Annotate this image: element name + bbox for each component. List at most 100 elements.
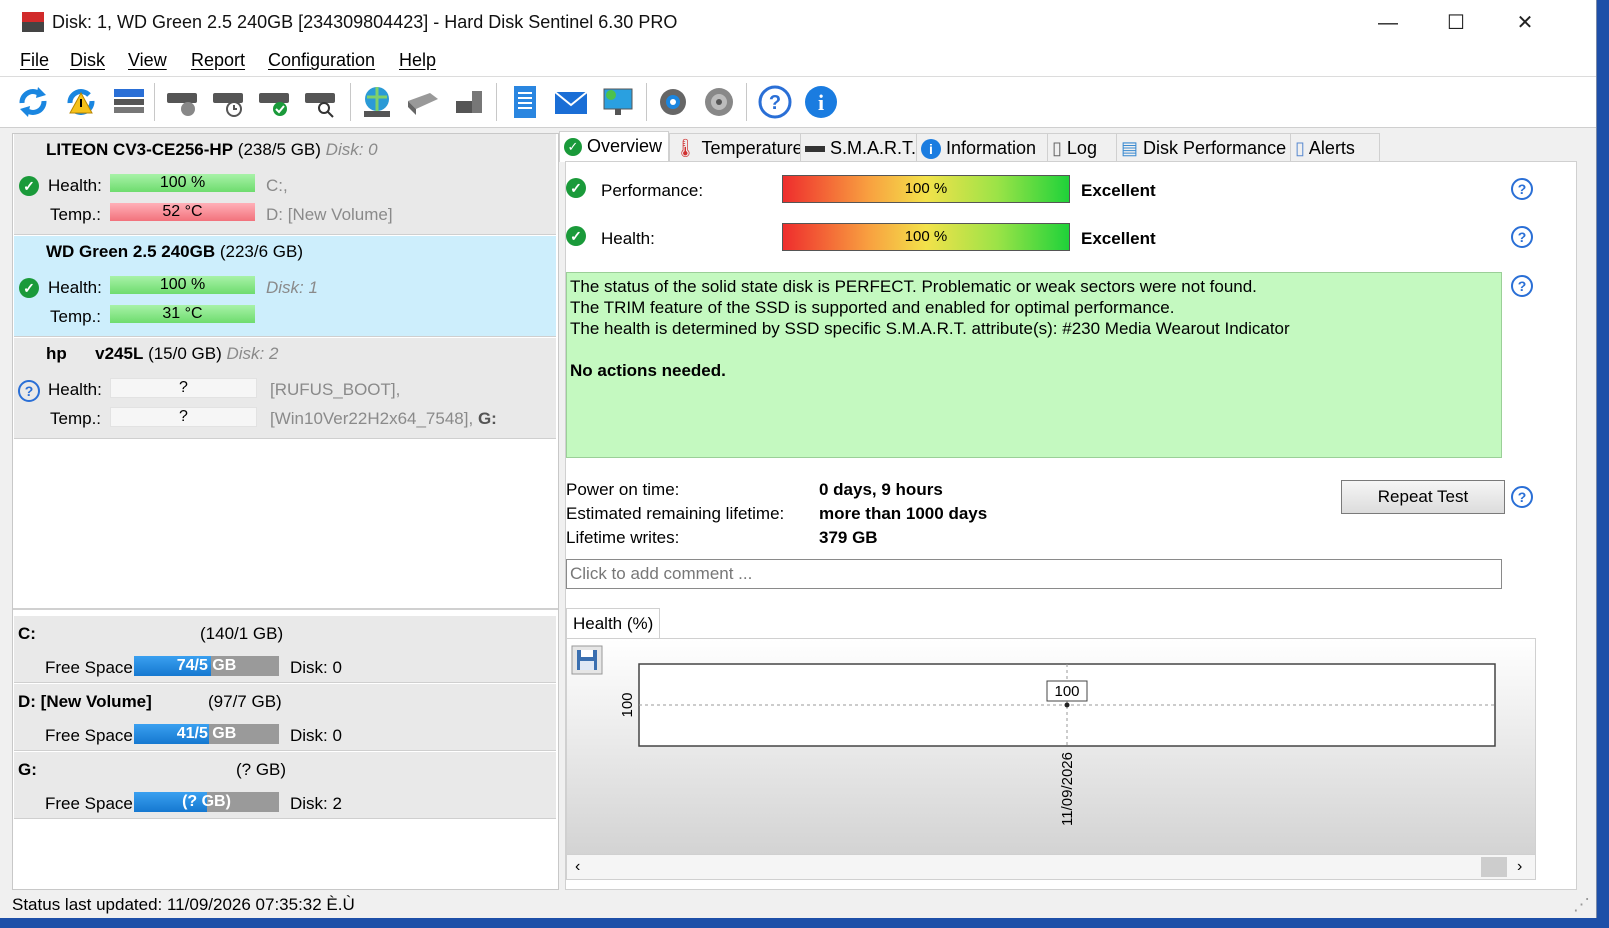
status-bar: Status last updated: 11/09/2026 07:35:32… [0, 891, 1596, 918]
network-icon[interactable] [358, 83, 396, 121]
email-icon[interactable] [552, 83, 590, 121]
repeat-test-button[interactable]: Repeat Test [1341, 480, 1505, 514]
panel-divider[interactable] [13, 608, 558, 610]
comment-field[interactable]: Click to add comment ... [566, 559, 1502, 589]
health-bar: 100 % [110, 276, 255, 294]
close-button[interactable]: ✕ [1490, 0, 1560, 46]
health-label: Health: [601, 229, 655, 248]
status-line: The TRIM feature of the SSD is supported… [570, 298, 1175, 317]
tab-overview[interactable]: ✓ Overview [559, 131, 669, 162]
disk-number: Disk: 1 [266, 278, 318, 297]
menu-help[interactable]: Help [399, 50, 436, 71]
temp-label: Temp.: [50, 205, 102, 224]
info-icon[interactable]: i [802, 83, 840, 121]
disk-model: v245L [95, 344, 144, 363]
y-tick-label: 100 [619, 692, 636, 717]
volume-disk: Disk: 2 [290, 794, 342, 813]
status-line: The health is determined by SSD specific… [570, 319, 1290, 338]
minimize-button[interactable]: — [1353, 0, 1423, 46]
performance-label: Performance: [601, 181, 704, 200]
writes-value: 379 GB [819, 528, 878, 547]
health-chart-area: 100 100 11/09/2026 [566, 638, 1536, 856]
menu-view[interactable]: View [128, 50, 167, 71]
usb-disk-icon[interactable] [404, 83, 442, 121]
disk-0-title: LITEON CV3-CE256-HP (238/5 GB) Disk: 0 [46, 140, 378, 160]
status-help-icon[interactable]: ? [1511, 275, 1533, 297]
performance-help-icon[interactable]: ? [1511, 178, 1533, 200]
tab-information[interactable]: i Information [916, 133, 1050, 162]
disk-schedule-icon[interactable] [210, 83, 248, 121]
health-label: Health: [48, 380, 102, 399]
performance-rating: Excellent [1081, 181, 1156, 200]
chart-scrollbar[interactable]: ‹ › [566, 854, 1536, 880]
health-ok-icon: ✓ [19, 278, 39, 298]
power-on-label: Power on time: [566, 480, 680, 499]
tab-alerts[interactable]: ▯ Alerts [1290, 133, 1380, 162]
resize-grip-icon[interactable]: ⋰ [1573, 891, 1590, 918]
disk-entry-2[interactable]: hp v245L (15/0 GB) Disk: 2 ? Health: ? [… [14, 338, 556, 439]
disk-number: Disk: 2 [226, 344, 279, 363]
menu-report[interactable]: Report [191, 50, 245, 71]
volume-size: (? GB) [236, 760, 287, 779]
monitor-icon[interactable] [600, 83, 638, 121]
refresh-icon[interactable] [14, 83, 52, 121]
health-help-icon[interactable]: ? [1511, 226, 1533, 248]
status-line: The status of the solid state disk is PE… [570, 277, 1257, 296]
disk-vendor: hp [46, 344, 67, 363]
disk-icon [805, 146, 825, 153]
volume-entry-c[interactable]: C: (140/1 GB) Free Space 74/5 GB Disk: 0 [14, 616, 556, 683]
maximize-button[interactable]: ☐ [1421, 0, 1491, 46]
disk-search-icon[interactable] [302, 83, 340, 121]
repeat-test-help-icon[interactable]: ? [1511, 486, 1533, 508]
disk-entry-0[interactable]: LITEON CV3-CE256-HP (238/5 GB) Disk: 0 ✓… [14, 134, 556, 235]
temp-bar: 31 °C [110, 305, 255, 323]
volume-entry-d[interactable]: D: [New Volume] (97/7 GB) Free Space 41/… [14, 684, 556, 751]
info-icon: i [921, 139, 941, 160]
tab-smart[interactable]: S.M.A.R.T. [800, 133, 919, 162]
volume-name: C: [18, 624, 36, 643]
disk-2-title: hp v245L (15/0 GB) Disk: 2 [46, 344, 278, 364]
status-action: No actions needed. [570, 361, 726, 380]
scroll-left-icon[interactable]: ‹ [575, 855, 580, 879]
status-message-box: The status of the solid state disk is PE… [566, 272, 1502, 458]
svg-text:i: i [818, 90, 824, 115]
health-ok-icon: ✓ [19, 176, 39, 196]
volume-entry-g[interactable]: G: (? GB) Free Space (? GB) Disk: 2 [14, 752, 556, 819]
tab-log[interactable]: ▯ Log [1047, 133, 1119, 162]
disk-check-icon[interactable] [256, 83, 294, 121]
scroll-thumb[interactable] [1481, 857, 1507, 877]
details-panel: ✓ Overview 🌡 Temperature S.M.A.R.T. i In… [559, 131, 1585, 890]
scroll-right-icon[interactable]: › [1517, 855, 1522, 879]
health-bar: 100 % [782, 223, 1070, 251]
help-icon[interactable]: ? [756, 83, 794, 121]
x-tick-label: 11/09/2026 [1059, 752, 1076, 826]
status-text: Status last updated: 11/09/2026 07:35:32… [12, 895, 355, 914]
tab-disk-performance[interactable]: ▤ Disk Performance [1116, 133, 1293, 162]
refresh-warning-icon[interactable] [62, 83, 100, 121]
volume-disk: Disk: 0 [290, 658, 342, 677]
volume-name: D: [New Volume] [18, 692, 152, 711]
chart-tab-health[interactable]: Health (%) [566, 608, 661, 639]
log-icon: ▯ [1052, 138, 1062, 158]
free-space-bar: (? GB) [134, 792, 279, 812]
performance-bar: 100 % [782, 175, 1070, 203]
disk-model: LITEON CV3-CE256-HP [46, 140, 234, 159]
disk-entry-1[interactable]: WD Green 2.5 240GB (223/6 GB) ✓ Health: … [14, 236, 556, 337]
writes-label: Lifetime writes: [566, 528, 680, 547]
health-label: Health: [48, 176, 102, 195]
settings-icon[interactable] [654, 83, 692, 121]
menu-configuration[interactable]: Configuration [268, 50, 375, 71]
tab-temperature[interactable]: 🌡 Temperature [669, 133, 803, 162]
disk-volumes: C:, [266, 176, 288, 195]
external-disk-icon[interactable] [450, 83, 488, 121]
disk-test-icon[interactable] [164, 83, 202, 121]
report-icon[interactable] [506, 83, 544, 121]
menu-disk[interactable]: Disk [70, 50, 105, 71]
temp-bar: ? [110, 407, 257, 427]
sound-icon[interactable] [700, 83, 738, 121]
data-label: 100 [1054, 683, 1079, 700]
volume-name: G: [18, 760, 37, 779]
disk-list-icon[interactable] [110, 83, 148, 121]
menu-file[interactable]: File [20, 50, 49, 71]
disk-number: Disk: 0 [325, 140, 378, 159]
